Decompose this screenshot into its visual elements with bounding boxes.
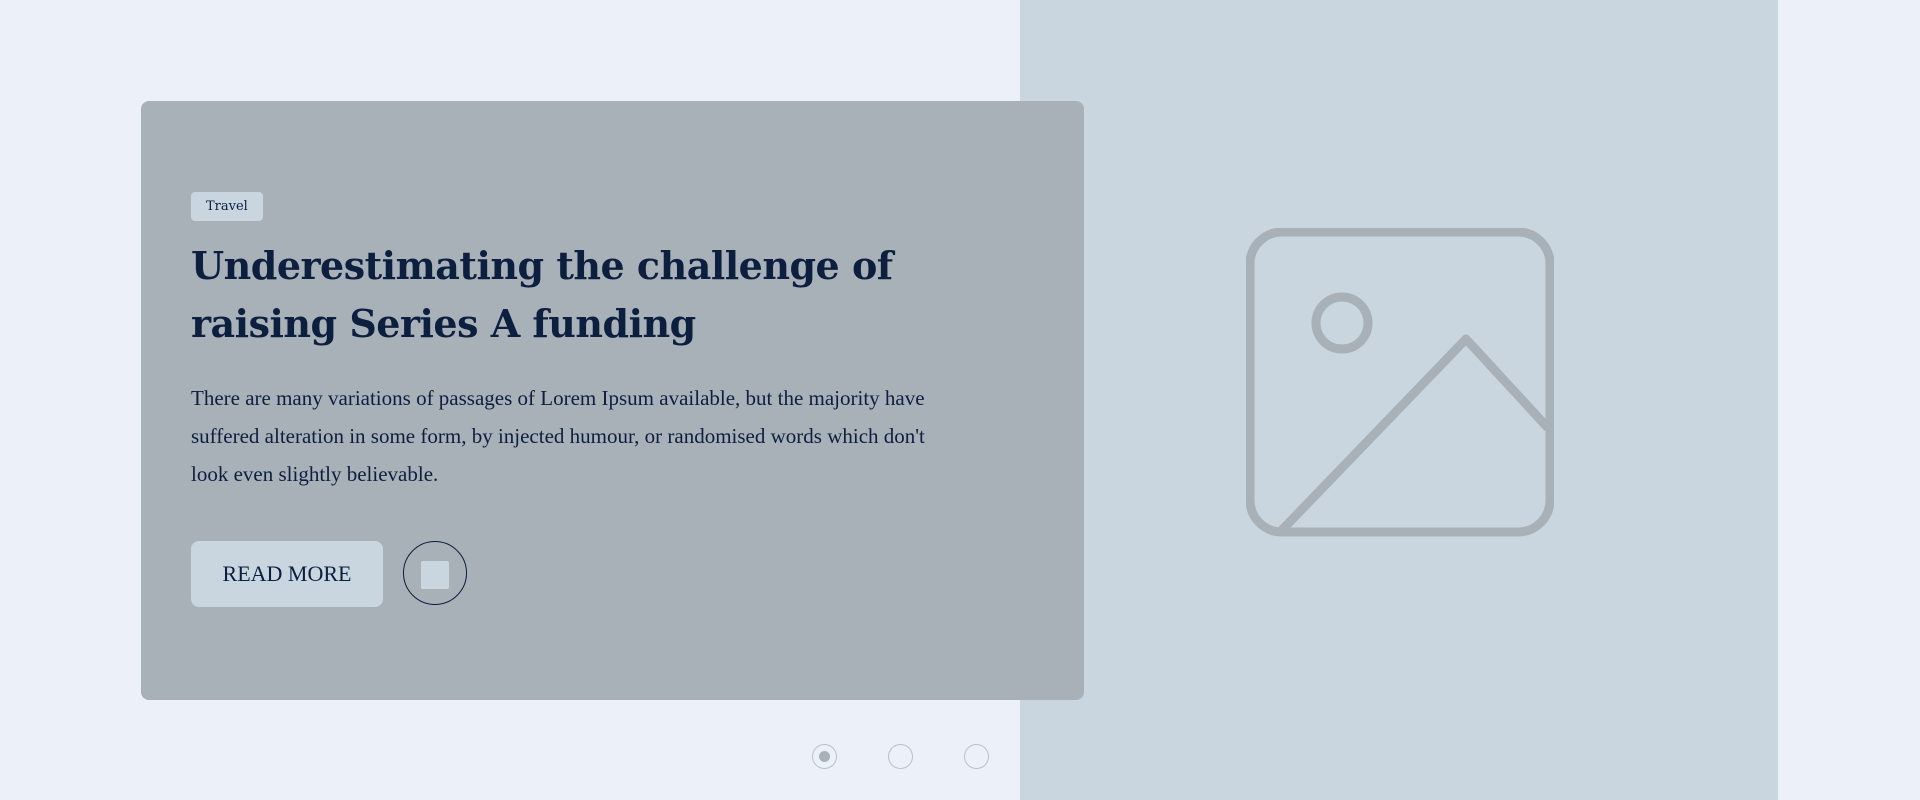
stop-icon [421, 561, 449, 589]
hero-image-panel [1020, 0, 1778, 800]
hero-card: Travel Underestimating the challenge of … [141, 101, 1084, 700]
carousel-dot-1[interactable] [812, 744, 837, 769]
category-tag[interactable]: Travel [191, 192, 263, 221]
media-control-button[interactable] [403, 541, 467, 605]
article-title[interactable]: Underestimating the challenge of raising… [191, 237, 971, 353]
article-excerpt: There are many variations of passages of… [191, 386, 925, 486]
image-placeholder-icon [1246, 228, 1554, 537]
read-more-button[interactable]: READ MORE [191, 541, 383, 607]
carousel-dot-3[interactable] [964, 744, 989, 769]
carousel-dot-2[interactable] [888, 744, 913, 769]
